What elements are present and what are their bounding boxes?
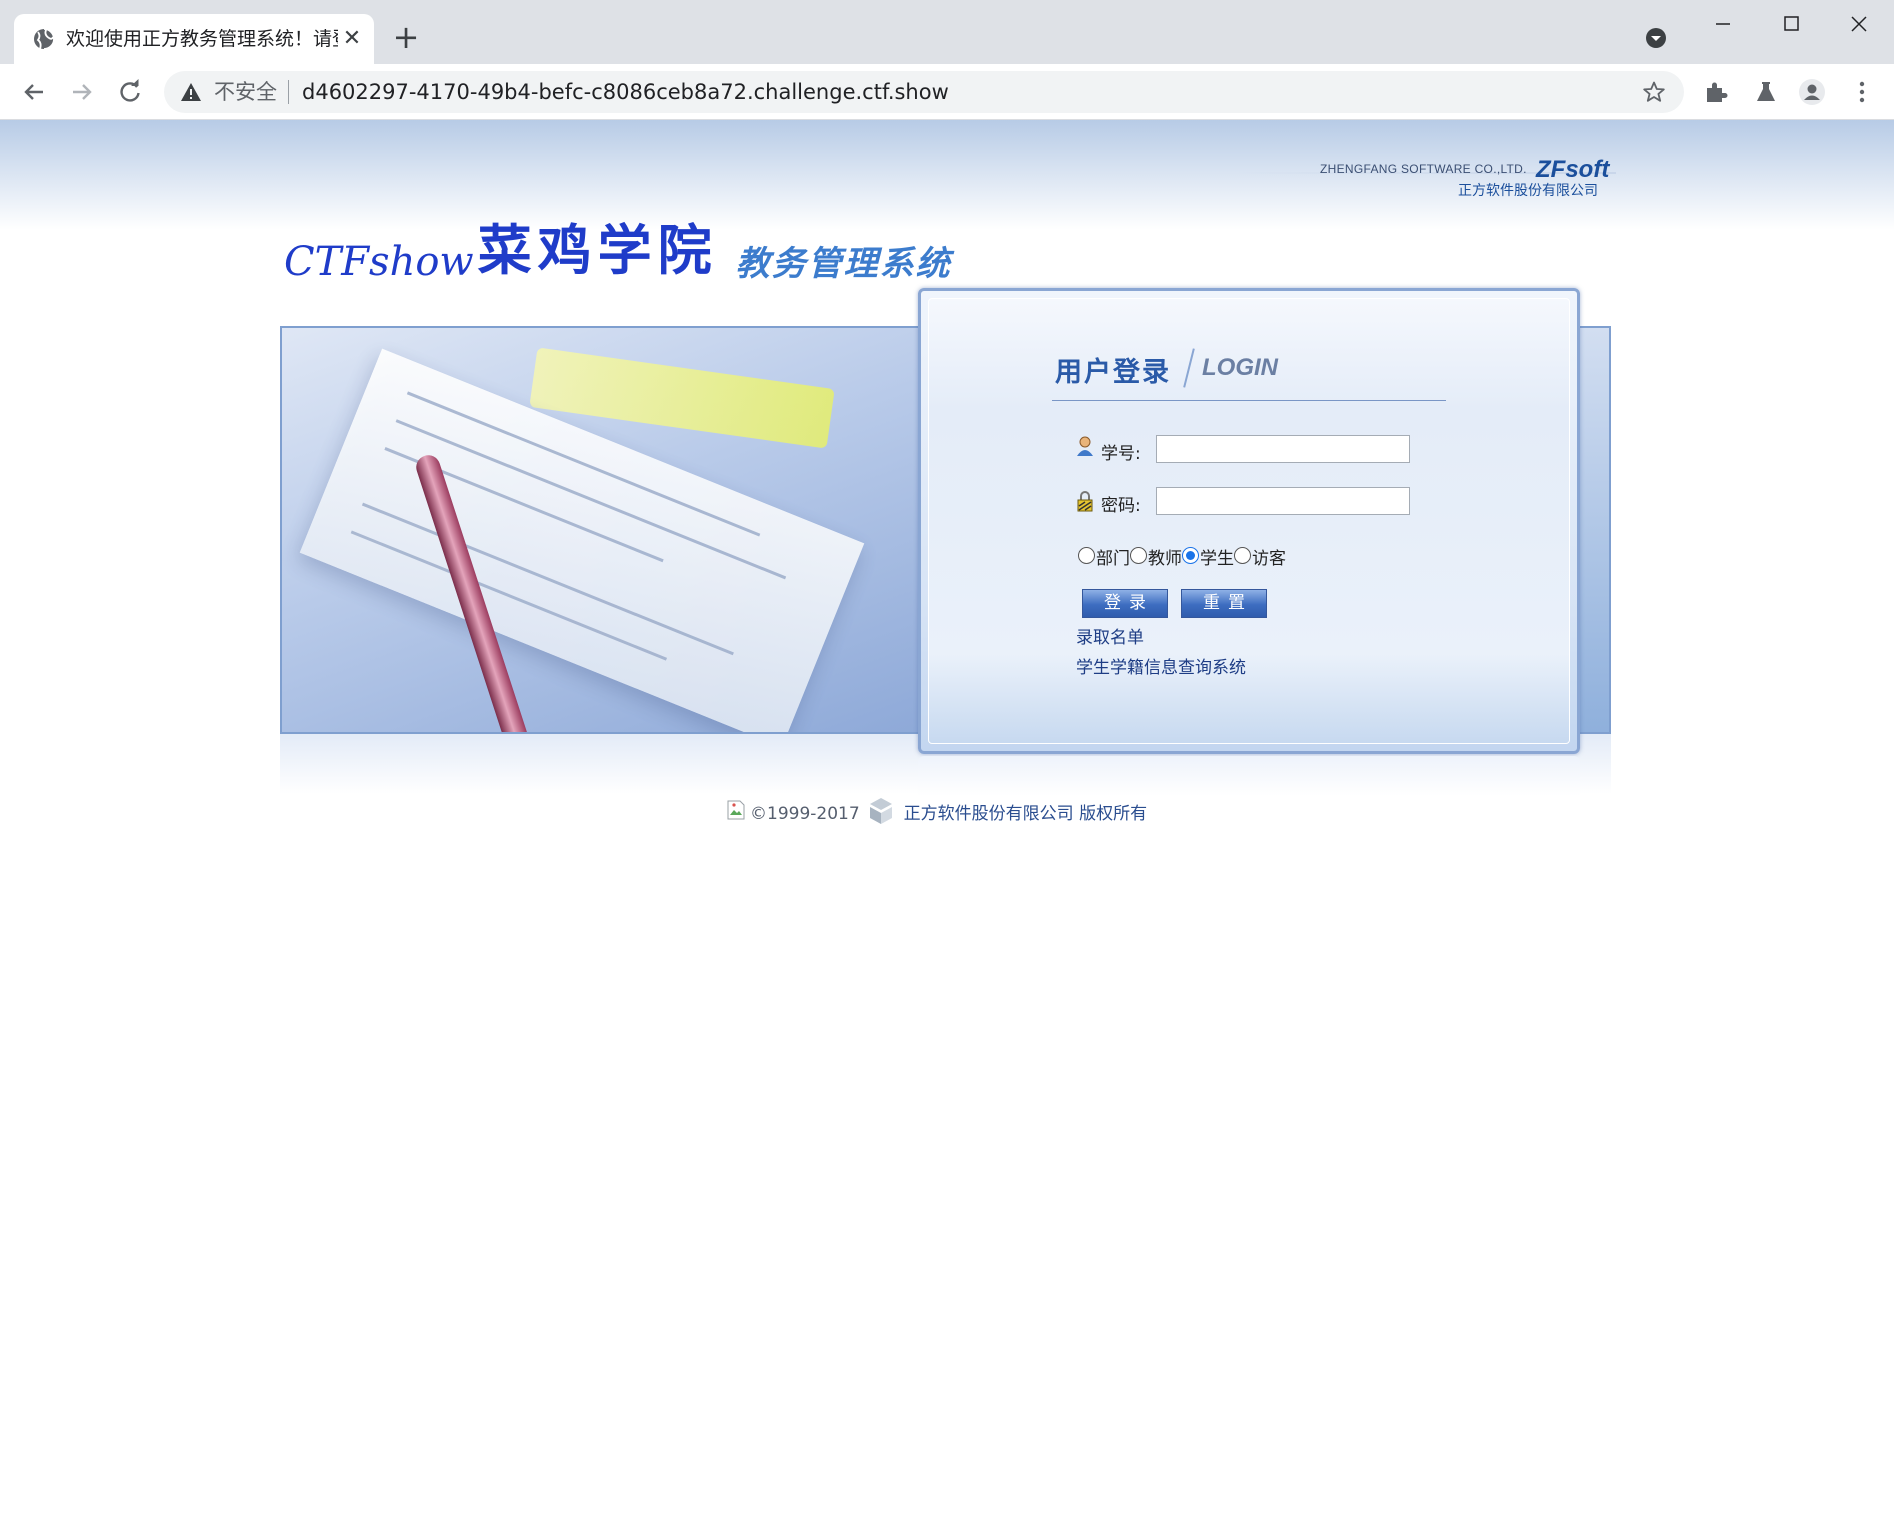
- browser-menu-icon[interactable]: [1848, 78, 1876, 106]
- extensions-puzzle-icon[interactable]: [1702, 78, 1730, 106]
- tab-title: 欢迎使用正方教务管理系统！请登录: [66, 28, 338, 50]
- browser-toolbar: 不安全 d4602297-4170-49b4-befc-c8086ceb8a72…: [0, 64, 1894, 120]
- company-rights: 正方软件股份有限公司 版权所有: [903, 804, 1148, 824]
- username-label: 学号:: [1101, 444, 1141, 464]
- password-label: 密码:: [1101, 496, 1141, 516]
- panel-reflection: [918, 756, 1580, 796]
- username-input[interactable]: [1156, 435, 1410, 463]
- forward-arrow-icon[interactable]: [66, 76, 98, 108]
- role-radio-department[interactable]: [1078, 547, 1095, 564]
- role-label-teacher: 教师: [1148, 549, 1182, 569]
- system-name: 教务管理系统: [735, 244, 952, 284]
- browser-tab-strip: 欢迎使用正方教务管理系统！请登录 ✕ +: [0, 0, 1894, 64]
- lock-icon: [1077, 491, 1093, 512]
- bookmark-star-icon[interactable]: [1642, 80, 1666, 104]
- reset-button[interactable]: 重置: [1181, 589, 1267, 618]
- user-icon: [1077, 436, 1093, 456]
- security-status[interactable]: 不安全: [214, 79, 277, 105]
- decorative-photo: [282, 328, 922, 732]
- warning-icon[interactable]: [180, 81, 202, 103]
- profile-avatar-icon[interactable]: [1798, 78, 1826, 106]
- address-bar[interactable]: 不安全 d4602297-4170-49b4-befc-c8086ceb8a72…: [164, 71, 1684, 113]
- tab-close-icon[interactable]: ✕: [340, 27, 364, 51]
- copyright-text: ©1999-2017: [750, 804, 860, 824]
- paper-rule: [361, 502, 734, 656]
- back-arrow-icon[interactable]: [18, 76, 50, 108]
- role-label-department: 部门: [1096, 549, 1130, 569]
- brand-prefix: CTFshow: [284, 239, 474, 285]
- paper-rule: [350, 530, 668, 661]
- reload-icon[interactable]: [114, 76, 146, 108]
- password-input[interactable]: [1156, 487, 1410, 515]
- globe-icon: [34, 28, 55, 50]
- login-button[interactable]: 登录: [1082, 589, 1168, 618]
- role-radio-guest[interactable]: [1234, 547, 1251, 564]
- role-radio-student[interactable]: [1182, 547, 1199, 564]
- window-close-icon[interactable]: [1836, 10, 1882, 38]
- role-selector: 部门 教师 学生 访客: [1078, 544, 1286, 570]
- footer: ©1999-2017 正方软件股份有限公司 版权所有: [726, 796, 1147, 826]
- role-radio-teacher[interactable]: [1130, 547, 1147, 564]
- role-label-guest: 访客: [1252, 549, 1286, 569]
- window-minimize-icon[interactable]: [1700, 10, 1746, 38]
- browser-tab[interactable]: 欢迎使用正方教务管理系统！请登录 ✕: [14, 14, 374, 64]
- omnibox-separator: [288, 80, 289, 104]
- school-banner: CTFshow菜鸡学院 教务管理系统: [284, 206, 952, 285]
- window-maximize-icon[interactable]: [1768, 10, 1814, 38]
- admission-list-link[interactable]: 录取名单: [1076, 623, 1144, 648]
- login-title-rule: [1052, 400, 1446, 401]
- new-tab-button[interactable]: +: [390, 21, 422, 54]
- broken-image-icon: [727, 800, 745, 820]
- vendor-name-cn: 正方软件股份有限公司: [1458, 182, 1598, 198]
- vendor-name-en: ZHENGFANG SOFTWARE CO.,LTD.: [1320, 162, 1527, 176]
- zfsoft-logo-icon: [869, 798, 892, 824]
- login-title-en: LOGIN: [1202, 354, 1278, 381]
- role-label-student: 学生: [1200, 549, 1234, 569]
- student-records-link[interactable]: 学生学籍信息查询系统: [1076, 653, 1246, 678]
- page-content: ZHENGFANG SOFTWARE CO.,LTD. ZFsoft 正方软件股…: [0, 120, 1894, 1527]
- labs-flask-icon[interactable]: [1752, 78, 1780, 106]
- login-title: 用户登录: [1055, 357, 1171, 388]
- tab-search-icon[interactable]: [1644, 26, 1668, 50]
- school-name: 菜鸡学院: [477, 218, 718, 282]
- url-text[interactable]: d4602297-4170-49b4-befc-c8086ceb8a72.cha…: [302, 79, 949, 105]
